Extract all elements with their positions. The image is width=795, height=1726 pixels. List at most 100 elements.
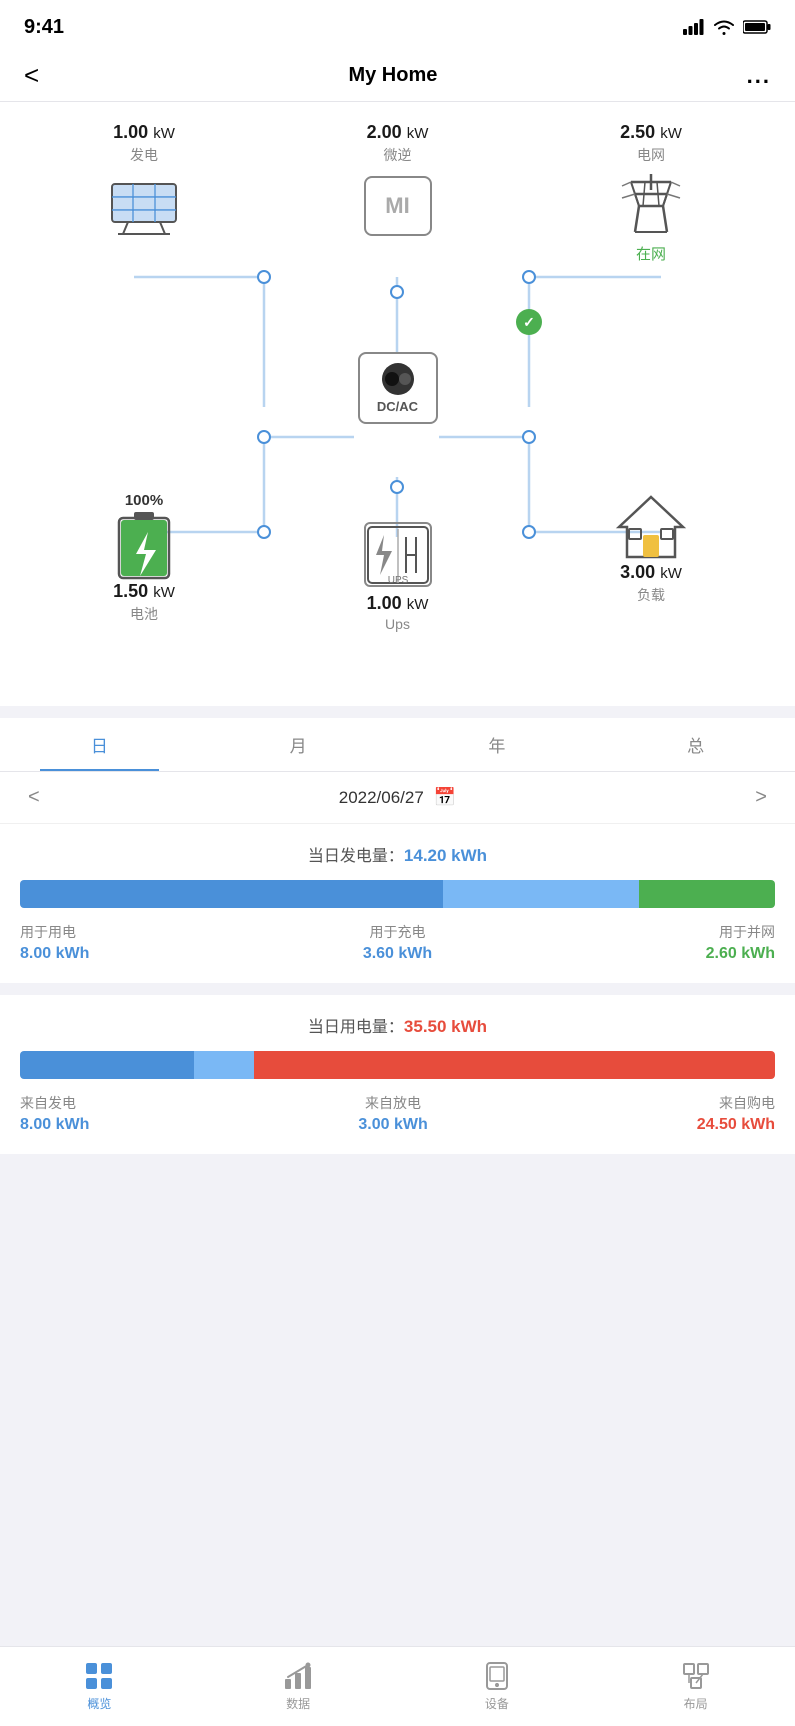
stat-gen-grid-label: 用于并网 [706, 922, 775, 942]
battery-flow-icon [104, 511, 184, 581]
ups-icon: UPS [364, 522, 432, 587]
solar-item: 1.00 kW 发电 [44, 122, 244, 241]
date-prev-button[interactable]: < [28, 786, 40, 809]
battery-icon [743, 19, 771, 35]
load-label: 负载 [637, 585, 665, 605]
generation-title: 当日发电量：14.20 kWh [20, 842, 775, 866]
generation-stats-row: 用于用电 8.00 kWh 用于充电 3.60 kWh 用于并网 2.60 kW… [20, 922, 775, 963]
calendar-icon[interactable]: 📅 [434, 787, 456, 808]
solar-icon [104, 171, 184, 241]
page-title: My Home [348, 64, 437, 87]
inverter-item: DC/AC [318, 352, 478, 424]
generation-bar-grid [639, 880, 775, 908]
stat-con-purchase: 来自购电 24.50 kWh [697, 1093, 775, 1134]
generation-value: 14.20 kWh [404, 846, 487, 865]
nav-device-label: 设备 [485, 1695, 509, 1712]
nav-bar: < My Home ... [0, 50, 795, 102]
tab-day[interactable]: 日 [0, 718, 199, 771]
status-bar: 9:41 [0, 0, 795, 50]
device-icon [482, 1661, 512, 1691]
date-display: 2022/06/27 📅 [339, 787, 457, 808]
consumption-bar-purchase [254, 1051, 775, 1079]
nav-data[interactable]: 数据 [199, 1647, 398, 1726]
back-button[interactable]: < [24, 60, 39, 91]
stat-gen-use-label: 用于用电 [20, 922, 89, 942]
battery-label: 电池 [130, 604, 158, 624]
section-divider [0, 983, 795, 995]
nav-layout[interactable]: 布局 [596, 1647, 795, 1726]
solar-label: 发电 [130, 145, 158, 165]
load-value: 3.00 kW [620, 562, 682, 583]
stat-gen-use-value: 8.00 kWh [20, 945, 89, 963]
consumption-value: 35.50 kWh [404, 1017, 487, 1036]
battery-value: 1.50 kW [113, 581, 175, 602]
house-icon [611, 492, 691, 562]
ups-label: Ups [385, 616, 410, 632]
nav-overview-label: 概览 [87, 1695, 111, 1712]
consumption-stats-row: 来自发电 8.00 kWh 来自放电 3.00 kWh 来自购电 24.50 k… [20, 1093, 775, 1134]
stat-gen-grid-value: 2.60 kWh [706, 945, 775, 963]
data-icon [283, 1661, 313, 1691]
grid-icon [611, 171, 691, 241]
signal-icon [683, 19, 705, 35]
generation-section: 当日发电量：14.20 kWh 用于用电 8.00 kWh 用于充电 3.60 … [0, 824, 795, 983]
grid-item: 2.50 kW 电网 [551, 122, 751, 264]
stat-con-discharge-label: 来自放电 [358, 1093, 427, 1113]
nav-device[interactable]: 设备 [398, 1647, 597, 1726]
flow-diagram: ✓ 1.00 kW 发电 [24, 122, 771, 682]
stat-gen-use: 用于用电 8.00 kWh [20, 922, 89, 963]
date-text: 2022/06/27 [339, 788, 424, 808]
mi-box-icon: MI [358, 171, 438, 241]
stat-con-solar: 来自发电 8.00 kWh [20, 1093, 89, 1134]
more-button[interactable]: ... [747, 63, 771, 89]
mi-value: 2.00 kW [367, 122, 429, 143]
stat-gen-charge: 用于充电 3.60 kWh [363, 922, 432, 963]
consumption-bar-discharge [194, 1051, 254, 1079]
solar-value: 1.00 kW [113, 122, 175, 143]
wifi-icon [713, 19, 735, 35]
mi-item: 2.00 kW 微逆 MI [318, 122, 478, 241]
consumption-bar-solar [20, 1051, 194, 1079]
status-time: 9:41 [24, 16, 64, 39]
ups-value: 1.00 kW [367, 593, 429, 614]
date-next-button[interactable]: > [755, 786, 767, 809]
battery-item: 100% 1.50 kW 电池 [44, 492, 244, 630]
energy-flow-panel: ✓ 1.00 kW 发电 [0, 102, 795, 706]
grid-value: 2.50 kW [620, 122, 682, 143]
generation-bar [20, 880, 775, 908]
stat-con-discharge: 来自放电 3.00 kWh [358, 1093, 427, 1134]
page-bottom [0, 1154, 795, 1244]
grid-status: 在网 [636, 243, 666, 264]
stat-con-purchase-label: 来自购电 [697, 1093, 775, 1113]
tab-total[interactable]: 总 [596, 718, 795, 771]
battery-percent: 100% [125, 492, 163, 509]
generation-bar-use [20, 880, 443, 908]
consumption-bar [20, 1051, 775, 1079]
tab-year[interactable]: 年 [398, 718, 597, 771]
stat-gen-grid: 用于并网 2.60 kWh [706, 922, 775, 963]
nav-data-label: 数据 [286, 1695, 310, 1712]
nav-layout-label: 布局 [684, 1695, 708, 1712]
generation-bar-charge [443, 880, 639, 908]
tabs: 日 月 年 总 [0, 718, 795, 772]
mi-icon: MI [364, 176, 432, 236]
dcac-icon: DC/AC [358, 352, 438, 424]
stat-gen-charge-value: 3.60 kWh [363, 945, 432, 963]
nav-overview[interactable]: 概览 [0, 1647, 199, 1726]
dcac-circle [382, 363, 414, 395]
svg-text:UPS: UPS [387, 575, 408, 585]
date-navigator: < 2022/06/27 📅 > [0, 772, 795, 824]
stat-con-solar-label: 来自发电 [20, 1093, 89, 1113]
grid-label: 电网 [637, 145, 665, 165]
overview-icon [84, 1661, 114, 1691]
tab-section: 日 月 年 总 < 2022/06/27 📅 > 当日发电量：14.20 kWh [0, 718, 795, 1154]
mi-label: 微逆 [384, 145, 412, 165]
tab-month[interactable]: 月 [199, 718, 398, 771]
stat-con-discharge-value: 3.00 kWh [358, 1116, 427, 1134]
stat-con-purchase-value: 24.50 kWh [697, 1116, 775, 1134]
consumption-section: 当日用电量：35.50 kWh 来自发电 8.00 kWh 来自放电 3.00 … [0, 995, 795, 1154]
stat-gen-charge-label: 用于充电 [363, 922, 432, 942]
consumption-title: 当日用电量：35.50 kWh [20, 1013, 775, 1037]
svg-text:✓: ✓ [523, 314, 535, 330]
status-icons [683, 19, 771, 35]
